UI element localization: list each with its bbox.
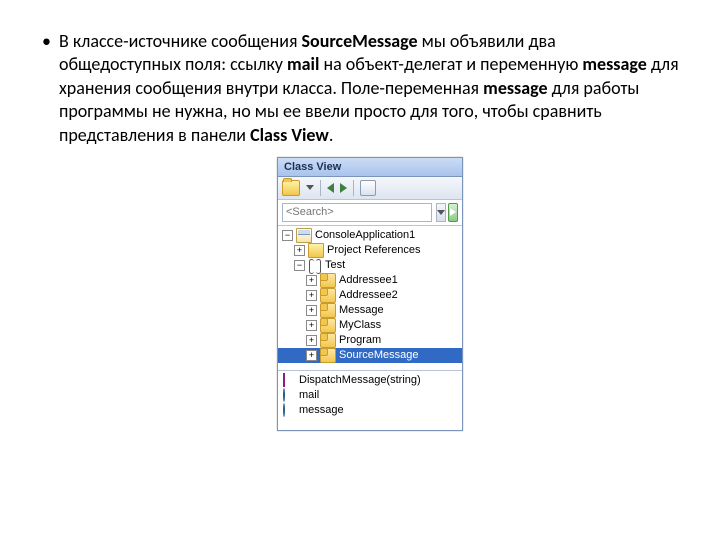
folder-icon — [308, 243, 324, 258]
bullet-paragraph: • В классе-источнике сообщения SourceMes… — [60, 30, 680, 147]
new-folder-icon[interactable] — [282, 180, 300, 196]
tree-class[interactable]: + Program — [278, 333, 462, 348]
search-dropdown-icon[interactable] — [436, 203, 446, 222]
class-icon — [320, 333, 336, 348]
plus-icon[interactable]: + — [294, 245, 305, 256]
class-icon — [320, 348, 336, 363]
paragraph-text: В классе-источнике сообщения SourceMessa… — [59, 30, 680, 147]
tree-namespace[interactable]: − Test — [278, 258, 462, 273]
plus-icon[interactable]: + — [306, 320, 317, 331]
plus-icon[interactable]: + — [306, 290, 317, 301]
tree-references[interactable]: + Project References — [278, 243, 462, 258]
class-icon — [320, 288, 336, 303]
tree-pane: − ConsoleApplication1 + Project Referenc… — [278, 226, 462, 371]
back-icon[interactable] — [327, 183, 334, 193]
bullet-dot: • — [42, 30, 51, 53]
class-icon — [320, 273, 336, 288]
plus-icon[interactable]: + — [306, 335, 317, 346]
project-icon — [296, 228, 312, 243]
plus-icon[interactable]: + — [306, 275, 317, 286]
plus-icon[interactable]: + — [306, 350, 317, 361]
minus-icon[interactable]: − — [294, 260, 305, 271]
class-view-panel: Class View − ConsoleApplication1 — [277, 157, 463, 431]
toolbar-separator — [320, 180, 321, 196]
plus-icon[interactable]: + — [306, 305, 317, 316]
tree-class[interactable]: + MyClass — [278, 318, 462, 333]
search-input[interactable] — [282, 203, 432, 222]
tree-project[interactable]: − ConsoleApplication1 — [278, 228, 462, 243]
forward-icon[interactable] — [340, 183, 347, 193]
class-icon — [320, 318, 336, 333]
method-icon — [283, 373, 285, 387]
field-icon — [283, 388, 285, 402]
settings-icon[interactable] — [360, 180, 376, 196]
members-pane: DispatchMessage(string) mail message — [278, 371, 462, 430]
class-icon — [320, 303, 336, 318]
member-field[interactable]: message — [278, 403, 462, 418]
search-row — [278, 200, 462, 226]
tree-class[interactable]: + Message — [278, 303, 462, 318]
tree-class[interactable]: + Addressee1 — [278, 273, 462, 288]
tree-class[interactable]: + Addressee2 — [278, 288, 462, 303]
toolbar-separator — [353, 180, 354, 196]
tree-class-selected[interactable]: + SourceMessage — [278, 348, 462, 363]
panel-title: Class View — [278, 158, 462, 177]
minus-icon[interactable]: − — [282, 230, 293, 241]
namespace-icon — [308, 259, 322, 272]
member-field[interactable]: mail — [278, 388, 462, 403]
field-icon — [283, 403, 285, 417]
dropdown-icon[interactable] — [306, 185, 314, 190]
search-go-icon[interactable] — [448, 203, 458, 222]
panel-toolbar — [278, 177, 462, 200]
member-method[interactable]: DispatchMessage(string) — [278, 373, 462, 388]
